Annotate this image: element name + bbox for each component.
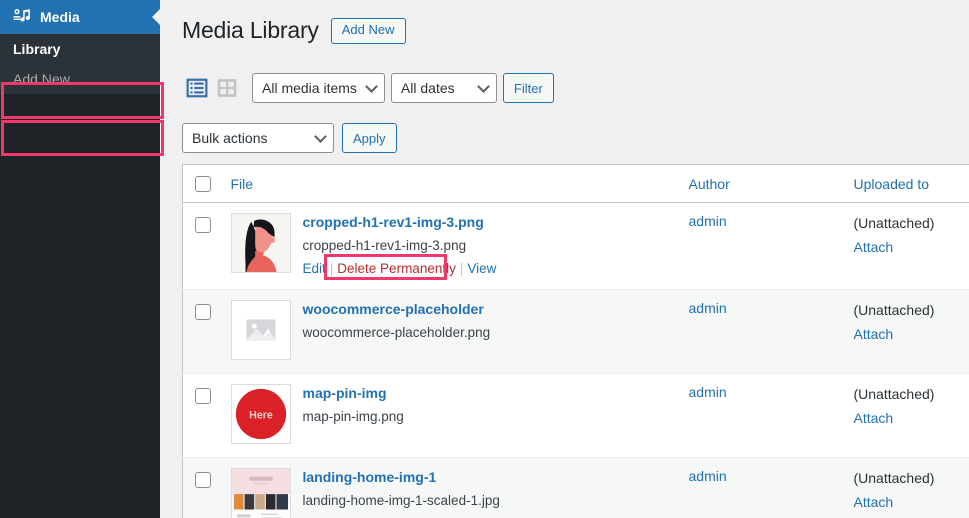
media-title-link[interactable]: woocommerce-placeholder (303, 300, 491, 319)
table-row: Here map-pin-img map-pin-img.png admin (Unat… (182, 374, 969, 458)
media-filename: landing-home-img-1-scaled-1.jpg (302, 492, 500, 508)
edit-link[interactable]: Edit (303, 261, 326, 276)
sidebar-submenu: Library Add New (0, 34, 160, 94)
attach-link[interactable]: Attach (854, 408, 969, 429)
media-thumbnail[interactable] (230, 300, 291, 361)
author-cell: admin (679, 374, 844, 458)
sidebar-submenu-add-new[interactable]: Add New (0, 64, 160, 94)
bulk-actions-value: Bulk actions (192, 130, 268, 146)
author-cell: admin (679, 290, 844, 374)
column-header-author[interactable]: Author (678, 164, 844, 203)
select-all-header (182, 164, 221, 203)
media-type-filter-select[interactable]: All media items (252, 73, 385, 103)
uploaded-to-cell: (Unattached) Attach (844, 203, 969, 290)
row-actions: Edit | Delete Permanently | View (303, 259, 497, 279)
author-link[interactable]: admin (689, 213, 727, 229)
row-select-cell (183, 458, 221, 518)
wordpress-admin-screen: Media Library Add New Media Library Add … (0, 0, 969, 518)
author-cell: admin (679, 203, 844, 290)
media-filename: woocommerce-placeholder.png (302, 324, 491, 340)
author-link[interactable]: admin (689, 300, 727, 316)
row-checkbox[interactable] (195, 304, 211, 321)
media-title-link[interactable]: landing-home-img-1 (303, 468, 500, 487)
svg-text:Here: Here (249, 409, 273, 421)
author-link[interactable]: admin (689, 468, 727, 484)
media-filename: map-pin-img.png (302, 408, 404, 424)
list-view-icon[interactable] (182, 73, 212, 103)
bulk-actions-select[interactable]: Bulk actions (182, 123, 334, 153)
media-thumbnail[interactable] (230, 468, 291, 518)
uploaded-to-value: (Unattached) (853, 302, 935, 319)
uploaded-to-value: (Unattached) (853, 386, 935, 403)
row-select-cell (183, 203, 221, 290)
filter-button[interactable]: Filter (502, 73, 554, 103)
author-cell: admin (679, 458, 844, 518)
media-title-link[interactable]: map-pin-img (303, 384, 404, 403)
media-icon (11, 7, 31, 27)
media-table-head: File Author Uploaded to (182, 164, 969, 203)
file-cell: Here map-pin-img map-pin-img.png (221, 374, 679, 458)
table-row: woocommerce-placeholder woocommerce-place… (182, 289, 969, 374)
grid-view-icon[interactable] (212, 73, 242, 103)
chevron-down-icon (314, 130, 327, 143)
sidebar-submenu-library[interactable]: Library (0, 34, 160, 64)
uploaded-to-value: (Unattached) (853, 470, 935, 487)
action-separator: | (459, 260, 464, 276)
action-separator: | (329, 260, 334, 276)
attach-link[interactable]: Attach (854, 324, 969, 345)
uploaded-to-value: (Unattached) (853, 215, 935, 231)
table-row: cropped-h1-rev1-img-3.png cropped-h1-rev1… (182, 203, 969, 290)
uploaded-to-cell: (Unattached) Attach (844, 290, 969, 374)
add-new-button[interactable]: Add New (330, 18, 406, 44)
row-select-cell (183, 290, 221, 374)
media-title-link[interactable]: cropped-h1-rev1-img-3.png (303, 213, 497, 232)
media-filename: cropped-h1-rev1-img-3.png (302, 237, 467, 253)
author-link[interactable]: admin (689, 384, 727, 400)
view-link[interactable]: View (467, 261, 496, 276)
attach-link[interactable]: Attach (854, 492, 969, 513)
page-title: Media Library (182, 17, 319, 44)
date-filter-value: All dates (400, 80, 455, 96)
select-all-checkbox[interactable] (195, 175, 211, 192)
table-row: landing-home-img-1 landing-home-img-1-sca… (182, 457, 969, 518)
attach-link[interactable]: Attach (854, 237, 969, 258)
file-cell: woocommerce-placeholder woocommerce-place… (221, 290, 679, 374)
row-select-cell (183, 374, 221, 458)
row-checkbox[interactable] (195, 472, 211, 489)
column-header-file[interactable]: File (220, 164, 679, 203)
main-content: Media Library Add New All media items Al… (160, 0, 969, 518)
media-type-filter-value: All media items (262, 80, 357, 96)
media-table-body: cropped-h1-rev1-img-3.png cropped-h1-rev1… (182, 203, 969, 518)
media-thumbnail[interactable] (230, 213, 291, 273)
menu-pointer-arrow-icon (152, 9, 160, 25)
apply-button[interactable]: Apply (342, 123, 397, 153)
admin-sidebar: Media Library Add New (0, 0, 160, 518)
table-header-row: File Author Uploaded to (182, 164, 969, 203)
media-thumbnail[interactable]: Here (230, 384, 291, 445)
uploaded-to-cell: (Unattached) Attach (844, 458, 969, 518)
sidebar-submenu-add-new-label: Add New (13, 71, 70, 87)
table-navigation-top: All media items All dates Filter (182, 63, 969, 113)
row-checkbox[interactable] (195, 388, 211, 405)
delete-permanently-link[interactable]: Delete Permanently (337, 261, 456, 276)
file-cell: cropped-h1-rev1-img-3.png cropped-h1-rev1… (221, 203, 679, 290)
page-header: Media Library Add New (182, 10, 969, 52)
row-checkbox[interactable] (195, 217, 211, 233)
sidebar-menu-media[interactable]: Media (0, 0, 160, 34)
file-cell: landing-home-img-1 landing-home-img-1-sca… (221, 458, 679, 518)
sidebar-menu-media-label: Media (40, 9, 80, 25)
sidebar-submenu-library-label: Library (13, 41, 61, 57)
chevron-down-icon (477, 80, 490, 93)
uploaded-to-cell: (Unattached) Attach (844, 374, 969, 458)
media-table: File Author Uploaded to cropped-h1-rev1-… (182, 164, 969, 518)
date-filter-select[interactable]: All dates (390, 73, 497, 103)
view-switch (182, 73, 242, 103)
column-header-uploaded-to[interactable]: Uploaded to (843, 164, 969, 203)
chevron-down-icon (365, 80, 378, 93)
bulk-actions-row: Bulk actions Apply (182, 116, 969, 160)
